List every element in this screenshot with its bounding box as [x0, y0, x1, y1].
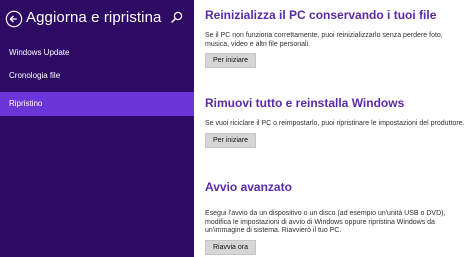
section-description: Se vuoi riciclare il PC o reimpostarlo, … — [205, 120, 465, 127]
search-button[interactable] — [171, 11, 185, 25]
sidebar-item-label: Ripristino — [9, 99, 43, 108]
search-icon — [171, 11, 185, 23]
sidebar-title: Aggiorna e ripristina — [26, 9, 162, 26]
sidebar-header: Aggiorna e ripristina — [0, 0, 194, 34]
reset-get-started-button[interactable]: Per iniziare — [205, 132, 257, 148]
advanced-startup-section: Avvio avanzato Esegui l'avvio da un disp… — [205, 180, 470, 255]
back-button[interactable] — [4, 9, 24, 29]
reset-pc-section: Rimuovi tutto e reinstalla Windows Se vu… — [205, 96, 470, 148]
sidebar: Aggiorna e ripristina Windows Update Cro… — [0, 0, 194, 257]
section-description: Esegui l'avvio da un dispositivo o un di… — [205, 210, 446, 234]
section-title: Reinizializza il PC conservando i tuoi f… — [205, 8, 437, 22]
section-title: Avvio avanzato — [205, 180, 292, 194]
refresh-pc-section: Reinizializza il PC conservando i tuoi f… — [205, 8, 470, 68]
section-description: Se il PC non funziona correttamente, puo… — [205, 32, 443, 48]
sidebar-item-label: Windows Update — [9, 48, 70, 57]
section-title: Rimuovi tutto e reinstalla Windows — [205, 96, 405, 110]
restart-now-button[interactable]: Riavvia ora — [205, 239, 257, 255]
sidebar-item-cronologia-file[interactable]: Cronologia file — [0, 65, 194, 87]
back-arrow-icon — [5, 10, 23, 28]
refresh-get-started-button[interactable]: Per iniziare — [205, 53, 257, 68]
sidebar-item-windows-update[interactable]: Windows Update — [0, 42, 194, 64]
sidebar-item-ripristino[interactable]: Ripristino — [0, 92, 194, 116]
main-content: Reinizializza il PC conservando i tuoi f… — [194, 0, 474, 257]
sidebar-item-label: Cronologia file — [9, 71, 61, 80]
